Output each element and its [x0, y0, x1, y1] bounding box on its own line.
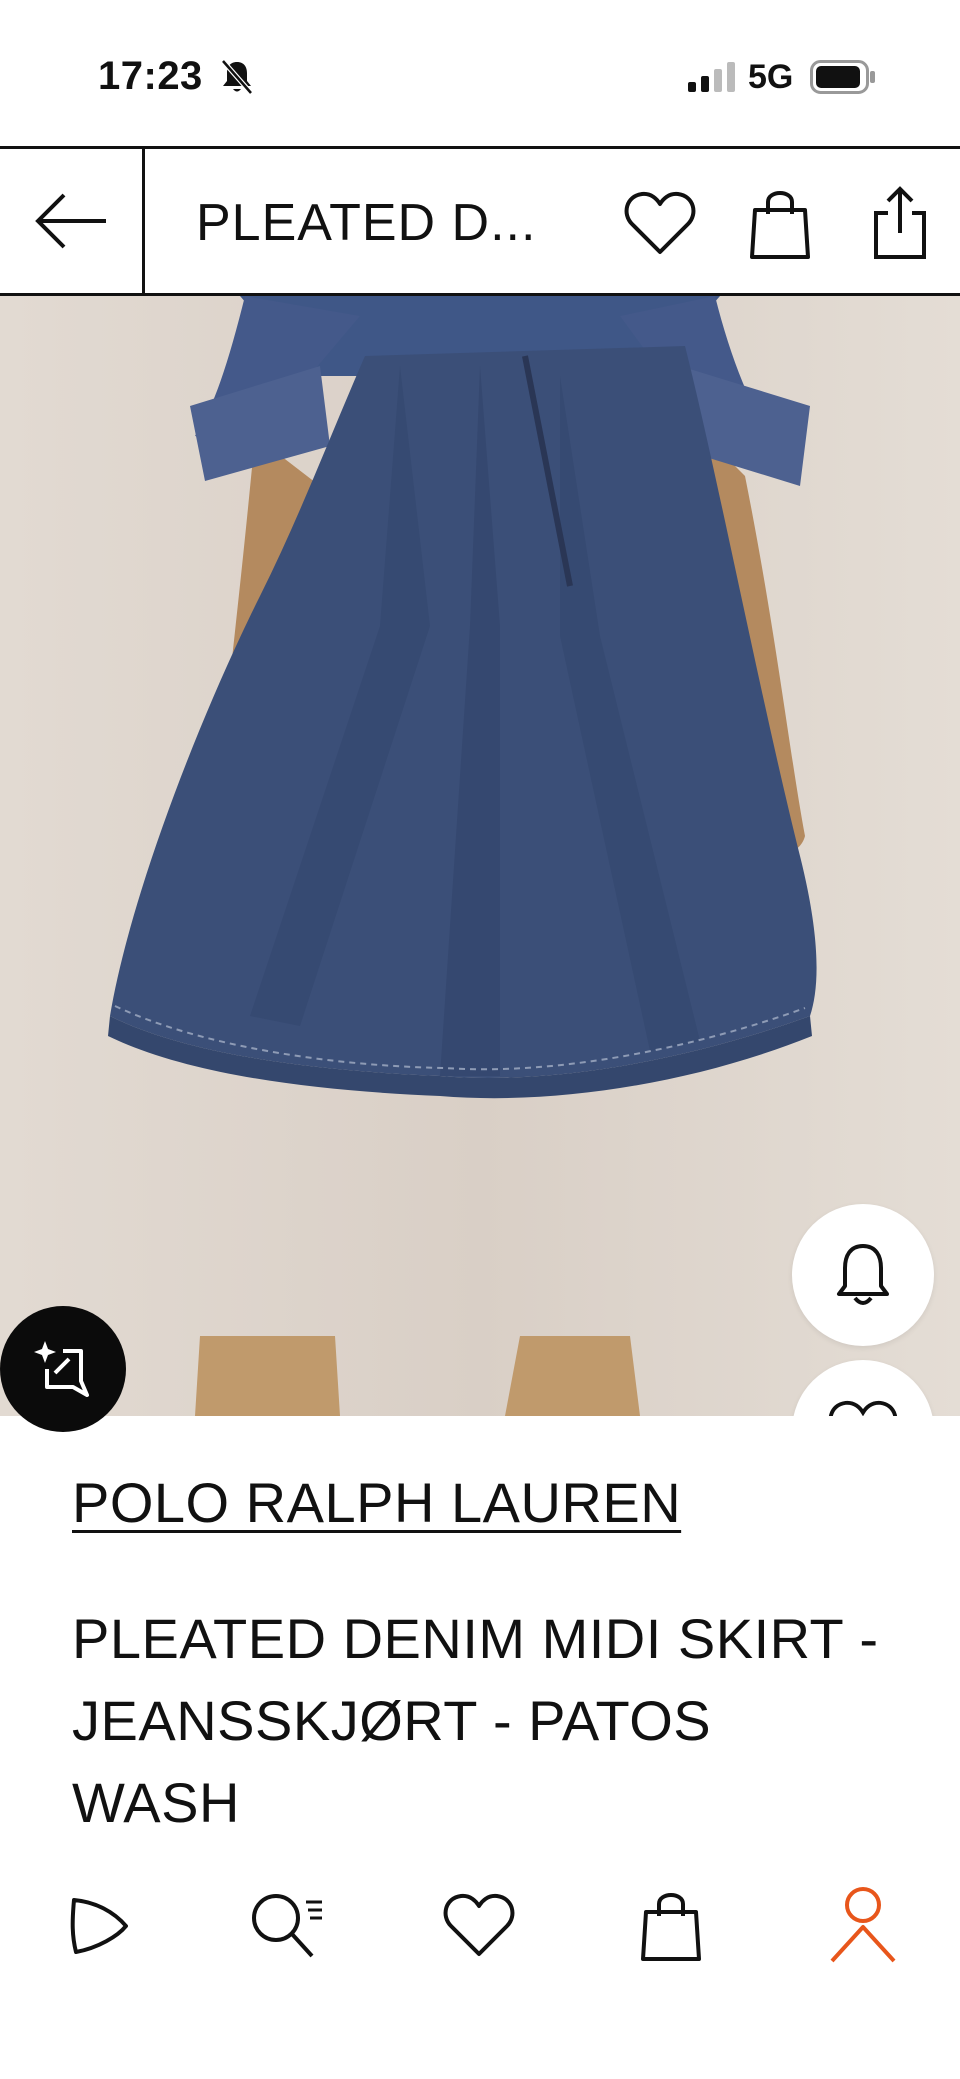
status-time: 17:23 — [98, 54, 203, 98]
product-image[interactable] — [0, 296, 960, 1416]
ai-search-icon — [34, 1341, 89, 1397]
user-icon — [830, 1887, 896, 1963]
play-logo-icon — [70, 1898, 128, 1954]
network-label: 5G — [748, 58, 794, 96]
shopping-bag-icon — [641, 1893, 701, 1961]
heart-icon — [624, 191, 696, 254]
header-share-button[interactable] — [864, 186, 936, 259]
notify-bell-icon — [837, 1244, 889, 1305]
search-list-icon — [252, 1894, 322, 1958]
nav-profile[interactable] — [818, 1880, 908, 1970]
bottom-nav — [0, 1862, 960, 1982]
header-bar: PLEATED D... — [0, 146, 960, 296]
nav-search[interactable] — [242, 1880, 332, 1970]
share-icon — [874, 186, 926, 259]
header-bag-button[interactable] — [744, 187, 816, 259]
ai-search-button[interactable] — [0, 1306, 126, 1432]
nav-wishlist[interactable] — [434, 1880, 524, 1970]
product-name: PLEATED DENIM MIDI SKIRT - JEANSSKJØRT -… — [72, 1607, 879, 1834]
battery-icon — [810, 60, 875, 94]
back-button[interactable] — [0, 149, 145, 293]
nav-home[interactable] — [52, 1880, 142, 1970]
header-wishlist-button[interactable] — [624, 187, 696, 259]
notify-button[interactable] — [792, 1204, 934, 1346]
signal-icon — [688, 62, 735, 92]
back-arrow-icon — [35, 193, 106, 249]
nav-bag[interactable] — [626, 1880, 716, 1970]
wishlist-heart-icon — [829, 1400, 897, 1416]
heart-icon — [443, 1893, 515, 1956]
status-bar: 17:23 5G — [0, 0, 960, 148]
brand-link[interactable]: POLO RALPH LAUREN — [72, 1470, 681, 1535]
shopping-bag-icon — [750, 191, 810, 259]
header-title: PLEATED D... — [196, 194, 537, 252]
bell-off-icon — [221, 59, 253, 95]
